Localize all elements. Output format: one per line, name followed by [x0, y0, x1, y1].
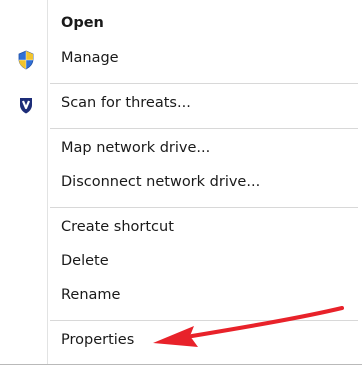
- menu-item-open[interactable]: Open: [0, 7, 362, 41]
- menu-item-label: Rename: [61, 287, 121, 303]
- context-menu: Open Manage Scan for threats... Map netw…: [0, 0, 362, 365]
- menu-item-create-shortcut[interactable]: Create shortcut: [0, 211, 362, 245]
- menu-item-map-network-drive[interactable]: Map network drive...: [0, 132, 362, 166]
- menu-separator: [50, 207, 358, 209]
- menu-item-scan-for-threats[interactable]: Scan for threats...: [0, 87, 362, 121]
- menu-item-manage[interactable]: Manage: [0, 42, 362, 76]
- menu-separator: [50, 83, 358, 85]
- menu-separator: [50, 128, 358, 130]
- menu-item-properties[interactable]: Properties: [0, 324, 362, 358]
- menu-item-delete[interactable]: Delete: [0, 245, 362, 279]
- menu-item-label: Scan for threats...: [61, 95, 191, 111]
- menu-item-label: Open: [61, 15, 104, 31]
- menu-item-label: Create shortcut: [61, 219, 174, 235]
- menu-item-disconnect-network-drive[interactable]: Disconnect network drive...: [0, 166, 362, 200]
- menu-item-label: Manage: [61, 50, 119, 66]
- menu-item-label: Properties: [61, 332, 135, 348]
- menu-item-rename[interactable]: Rename: [0, 279, 362, 313]
- menu-item-label: Delete: [61, 253, 109, 269]
- menu-separator: [50, 320, 358, 322]
- menu-item-label: Map network drive...: [61, 140, 211, 156]
- shield-icon: [16, 50, 36, 70]
- menu-item-label: Disconnect network drive...: [61, 174, 261, 190]
- antivirus-icon: [16, 95, 36, 115]
